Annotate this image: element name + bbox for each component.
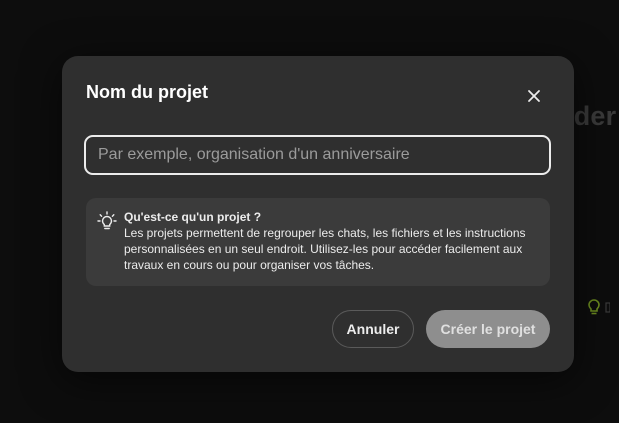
lightbulb-icon [97, 211, 117, 230]
close-button[interactable] [522, 84, 546, 108]
project-name-input[interactable] [84, 135, 551, 175]
info-box: Qu'est-ce qu'un projet ? Les projets per… [86, 198, 550, 286]
info-description: Les projets permettent de regrouper les … [124, 226, 526, 272]
new-project-dialog: Nom du projet Qu'est-ce qu'un projet ? L… [62, 56, 574, 372]
cancel-button[interactable]: Annuler [332, 310, 414, 348]
close-icon [528, 90, 540, 102]
dialog-title: Nom du projet [86, 82, 208, 102]
create-project-button[interactable]: Créer le projet [426, 310, 550, 348]
lightbulb-icon [588, 299, 610, 315]
info-title: Qu'est-ce qu'un projet ? [124, 210, 262, 224]
